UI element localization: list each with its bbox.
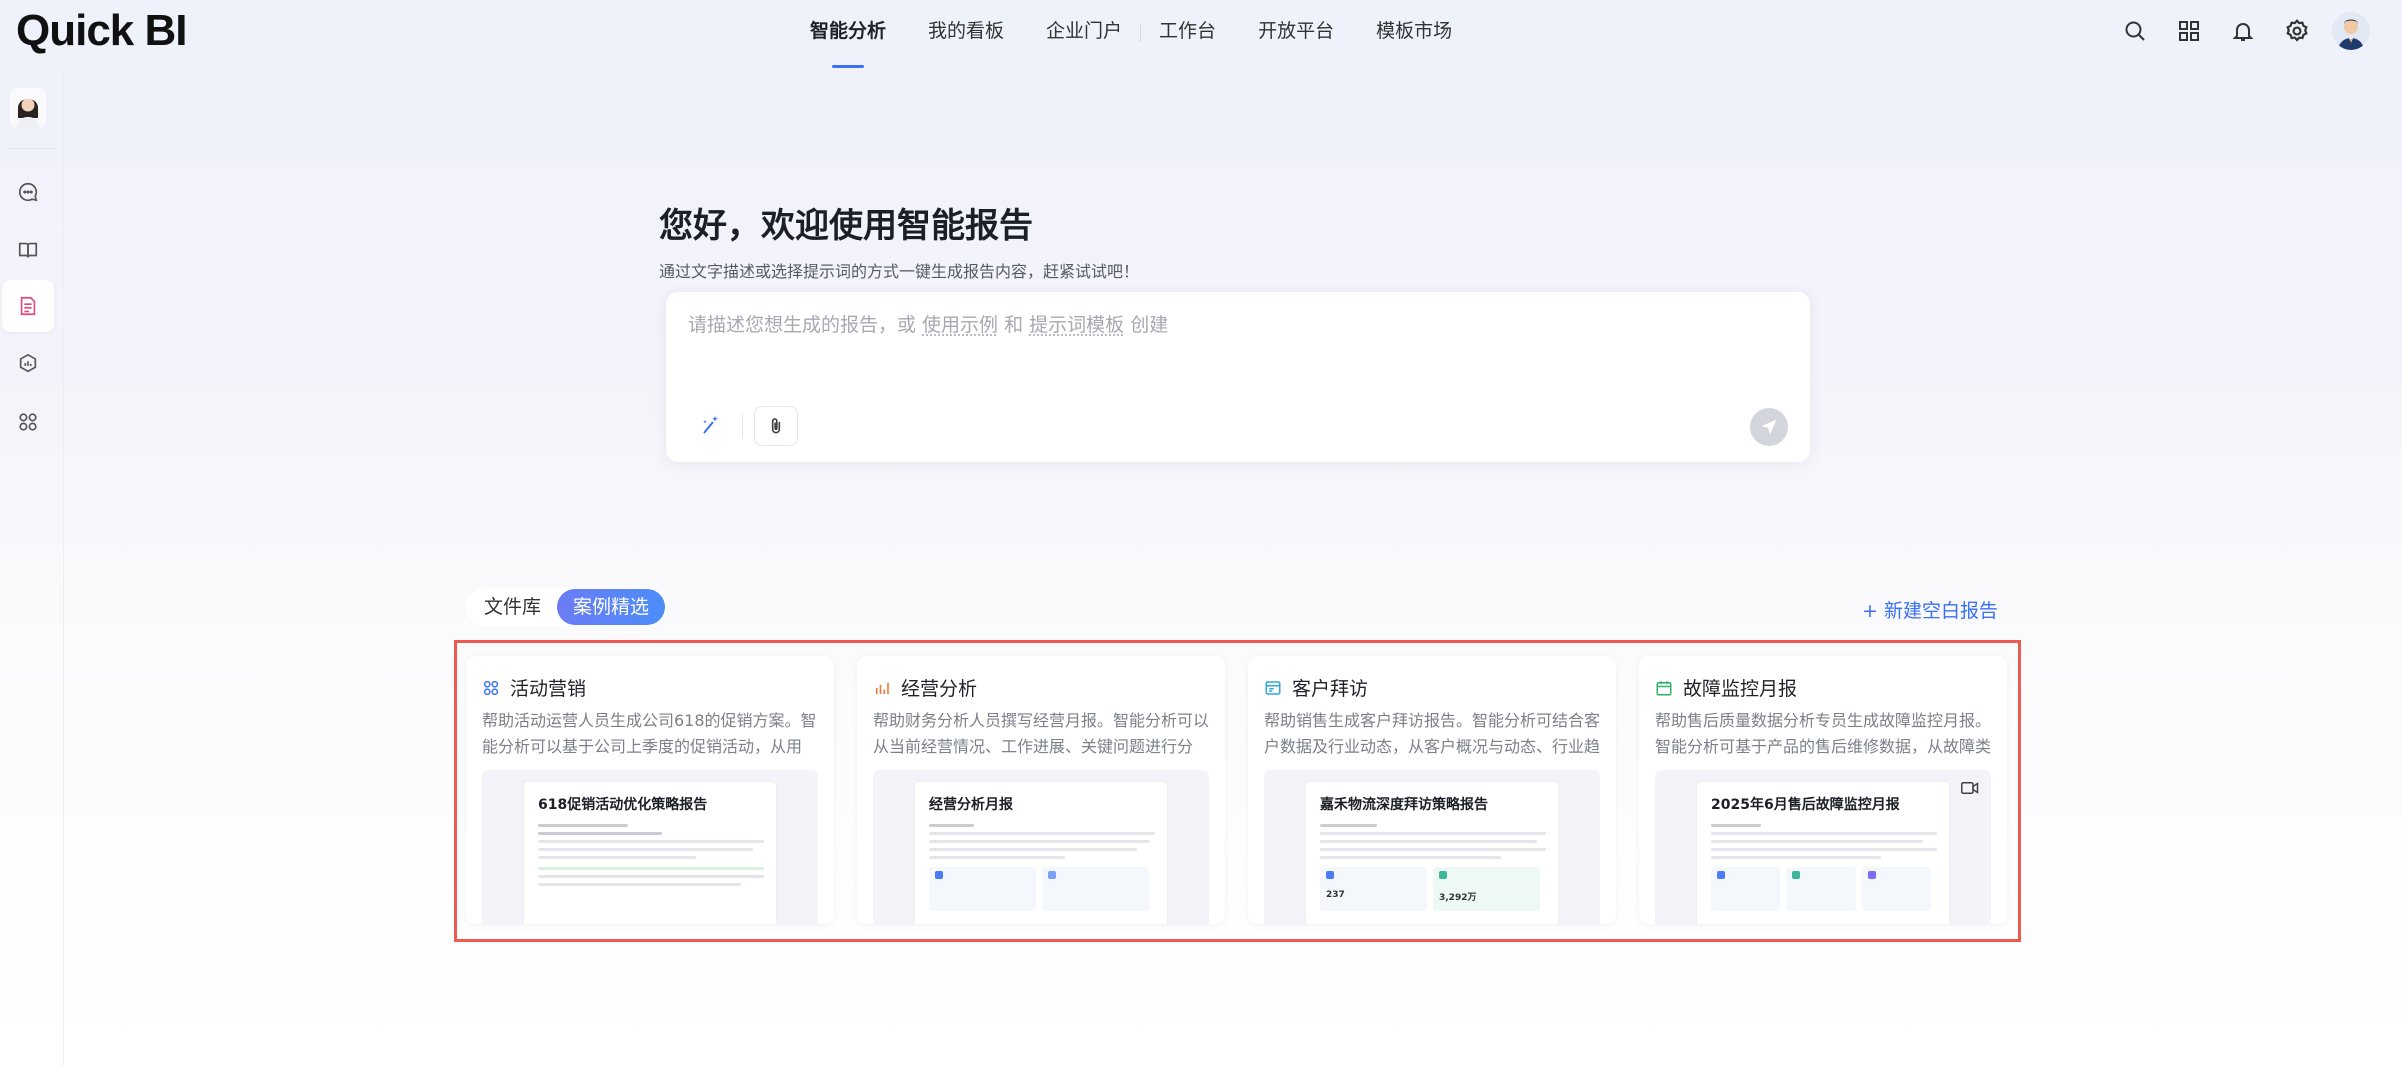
- sidebar-item-chat[interactable]: [2, 166, 54, 218]
- gear-icon[interactable]: [2278, 12, 2316, 50]
- card-preview: 2025年6月售后故障监控月报: [1655, 770, 1991, 924]
- placeholder-text-and: 和: [998, 314, 1030, 336]
- card-description: 帮助活动运营人员生成公司618的促销方案。智能分析可以基于公司上季度的促销活动，…: [482, 711, 817, 756]
- case-card-customer-visit[interactable]: 客户拜访 帮助销售生成客户拜访报告。智能分析可结合客户数据及行业动态，从客户概况…: [1248, 656, 1616, 924]
- kpi-box: 3,292万: [1433, 867, 1540, 911]
- user-avatar[interactable]: [2332, 12, 2370, 50]
- report-prompt-input[interactable]: 请描述您想生成的报告，或 使用示例 和 提示词模板 创建: [666, 292, 1810, 462]
- paperclip-icon: [771, 418, 781, 434]
- apps-icon: [19, 413, 37, 431]
- analysis-icon: [19, 353, 37, 373]
- page-subtitle: 通过文字描述或选择提示词的方式一键生成报告内容，赶紧试试吧！: [659, 262, 1140, 281]
- kpi-box: [1711, 867, 1781, 911]
- doc-thumbnail: 嘉禾物流深度拜访策略报告 237 3,292万: [1306, 782, 1558, 924]
- header-actions: [2100, 12, 2370, 50]
- placeholder-text-create: 创建: [1124, 314, 1169, 336]
- card-description: 帮助售后质量数据分析专员生成故障监控月报。智能分析可基于产品的售后维修数据，从故…: [1655, 711, 1992, 756]
- sidebar-item-apps[interactable]: [2, 396, 54, 448]
- card-title-text: 客户拜访: [1292, 678, 1369, 700]
- top-header: Quick BI 智能分析 我的看板 企业门户 工作台 开放平台 模板市场: [0, 0, 2402, 68]
- doc-title: 嘉禾物流深度拜访策略报告: [1320, 797, 1488, 813]
- send-icon: [1761, 419, 1777, 435]
- kpi-box: 237: [1320, 867, 1427, 911]
- placeholder-text: 请描述您想生成的报告，或: [688, 314, 923, 336]
- doc-title: 618促销活动优化策略报告: [538, 797, 708, 813]
- nav-my-dashboard[interactable]: 我的看板: [928, 0, 1004, 66]
- chart-icon: [875, 682, 889, 694]
- prompt-template-link[interactable]: 提示词模板: [1029, 314, 1124, 336]
- card-title: 客户拜访: [1264, 674, 1368, 701]
- kpi-box: [1861, 867, 1931, 911]
- book-icon: [18, 242, 38, 258]
- main-nav: 智能分析 我的看板 企业门户 工作台 开放平台 模板市场: [810, 0, 1494, 68]
- card-title-text: 经营分析: [901, 678, 978, 700]
- quick-bi-logo[interactable]: Quick BI: [16, 6, 187, 56]
- kpi-box: [929, 867, 1036, 911]
- report-icon: [20, 296, 36, 316]
- nav-enterprise-portal[interactable]: 企业门户: [1046, 0, 1122, 66]
- prompt-placeholder: 请描述您想生成的报告，或 使用示例 和 提示词模板 创建: [688, 310, 1168, 337]
- doc-thumbnail: 618促销活动优化策略报告: [524, 782, 776, 924]
- send-button[interactable]: [1750, 408, 1788, 446]
- card-preview: 经营分析月报: [873, 770, 1209, 924]
- attach-button[interactable]: [754, 406, 798, 446]
- calendar-icon: [1656, 680, 1672, 695]
- doc-kpi-row: [929, 867, 1155, 911]
- kpi-value: 3,292万: [1439, 893, 1477, 903]
- search-icon[interactable]: [2116, 12, 2154, 50]
- new-blank-report-button[interactable]: + 新建空白报告: [1862, 596, 1998, 623]
- tab-file-library[interactable]: 文件库: [468, 589, 557, 625]
- kpi-box: [1786, 867, 1856, 911]
- nav-workbench[interactable]: 工作台: [1159, 0, 1216, 66]
- prompt-toolbar-divider: [742, 414, 743, 438]
- video-icon[interactable]: [1961, 780, 1979, 799]
- card-title-text: 活动营销: [510, 678, 587, 700]
- bell-icon[interactable]: [2224, 12, 2262, 50]
- nav-template-market[interactable]: 模板市场: [1376, 0, 1452, 66]
- sidebar-item-book[interactable]: [2, 224, 54, 276]
- doc-thumbnail: 经营分析月报: [915, 782, 1167, 924]
- tab-featured-cases[interactable]: 案例精选: [557, 589, 666, 625]
- magic-wand-button[interactable]: [688, 406, 732, 446]
- use-example-link[interactable]: 使用示例: [922, 314, 998, 336]
- case-card-business-analysis[interactable]: 经营分析 帮助财务分析人员撰写经营月报。智能分析可以从当前经营情况、工作进展、关…: [857, 656, 1225, 924]
- sidebar-item-report[interactable]: [2, 280, 54, 332]
- left-sidebar: [0, 66, 64, 1066]
- content-tabs: 文件库 案例精选: [466, 588, 668, 626]
- magic-wand-icon: [703, 416, 718, 434]
- kpi-value: 237: [1326, 890, 1345, 900]
- doc-kpi-row: [1711, 867, 1937, 911]
- doc-title: 经营分析月报: [929, 797, 1013, 813]
- kpi-box: [1042, 867, 1149, 911]
- visit-icon: [1265, 680, 1281, 695]
- case-card-marketing[interactable]: 活动营销 帮助活动运营人员生成公司618的促销方案。智能分析可以基于公司上季度的…: [466, 656, 834, 924]
- sidebar-divider: [8, 148, 56, 149]
- marketing-icon: [483, 680, 499, 695]
- nav-smart-analysis[interactable]: 智能分析: [810, 0, 886, 68]
- card-preview: 嘉禾物流深度拜访策略报告 237 3,292万: [1264, 770, 1600, 924]
- card-description: 帮助销售生成客户拜访报告。智能分析可结合客户数据及行业动态，从客户概况与动态、行…: [1264, 711, 1601, 756]
- sidebar-item-analysis[interactable]: [2, 338, 54, 390]
- doc-thumbnail: 2025年6月售后故障监控月报: [1697, 782, 1949, 924]
- card-title: 经营分析: [873, 674, 977, 701]
- chat-icon: [18, 182, 38, 202]
- card-title: 故障监控月报: [1655, 674, 1797, 701]
- case-card-fault-monitoring[interactable]: 故障监控月报 帮助售后质量数据分析专员生成故障监控月报。智能分析可基于产品的售后…: [1639, 656, 2007, 924]
- card-title-text: 故障监控月报: [1683, 678, 1798, 700]
- assistant-avatar[interactable]: [10, 88, 46, 128]
- page-title: 您好，欢迎使用智能报告: [659, 206, 1033, 246]
- nav-open-platform[interactable]: 开放平台: [1258, 0, 1334, 66]
- doc-title: 2025年6月售后故障监控月报: [1711, 797, 1900, 813]
- card-preview: 618促销活动优化策略报告: [482, 770, 818, 924]
- apps-grid-icon[interactable]: [2170, 12, 2208, 50]
- card-title: 活动营销: [482, 674, 586, 701]
- doc-kpi-row: 237 3,292万: [1320, 867, 1546, 911]
- nav-divider: [1140, 24, 1142, 42]
- card-description: 帮助财务分析人员撰写经营月报。智能分析可以从当前经营情况、工作进展、关键问题进行…: [873, 711, 1210, 756]
